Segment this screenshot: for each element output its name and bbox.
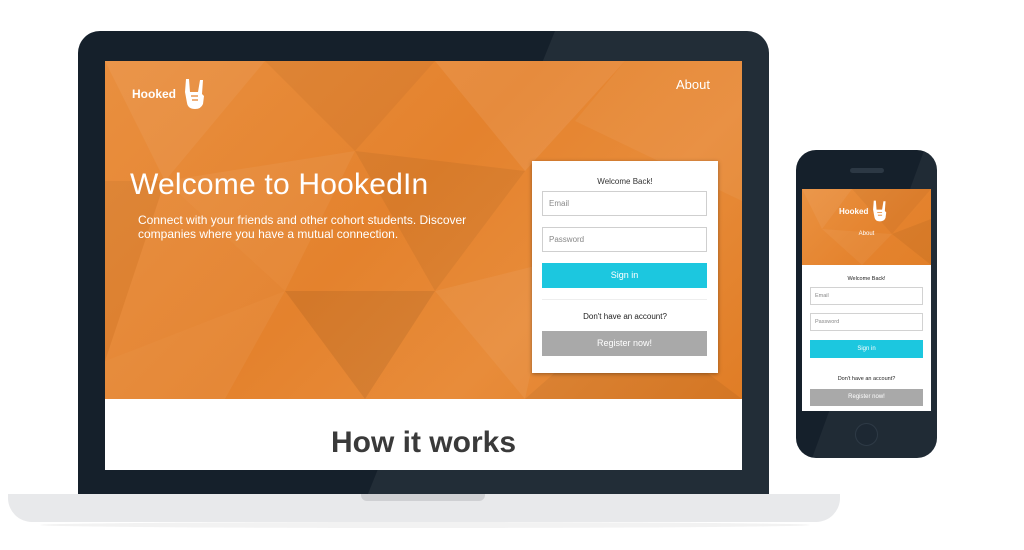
phone-register-button[interactable]: Register now! xyxy=(810,389,923,406)
how-it-works-heading: How it works xyxy=(330,426,517,459)
rock-hand-icon xyxy=(873,200,887,222)
login-card: Welcome Back! Sign in Don't have an acco… xyxy=(532,161,718,373)
rock-hand-icon xyxy=(185,79,205,109)
phone-home-button[interactable] xyxy=(855,423,878,446)
hero-title: Welcome to HookedIn xyxy=(130,168,429,201)
brand-logo[interactable]: Hooked xyxy=(132,77,208,111)
hero-subtitle: Connect with your friends and other coho… xyxy=(138,213,467,241)
login-welcome-text: Welcome Back! xyxy=(597,177,653,186)
phone-email-field[interactable] xyxy=(810,287,923,305)
password-field[interactable] xyxy=(542,227,707,252)
phone-no-account-text: Don't have an account? xyxy=(837,376,896,382)
email-field[interactable] xyxy=(542,191,707,216)
phone-sign-in-button[interactable]: Sign in xyxy=(810,340,923,358)
phone-hero-section: Hooked About xyxy=(802,189,931,265)
hero-section: Hooked About Welcome to HookedIn Connect… xyxy=(105,61,742,399)
laptop-screen: Hooked About Welcome to HookedIn Connect… xyxy=(105,61,742,470)
phone-password-field[interactable] xyxy=(810,313,923,331)
no-account-text: Don't have an account? xyxy=(583,312,667,321)
register-button[interactable]: Register now! xyxy=(542,331,707,356)
phone-login-welcome-text: Welcome Back! xyxy=(847,276,886,282)
phone-speaker xyxy=(850,168,884,173)
laptop-notch xyxy=(361,494,485,501)
phone-brand-name: Hooked xyxy=(839,206,869,216)
login-divider xyxy=(542,299,707,300)
phone-screen: Hooked About Welcome Back! Sign in Don't… xyxy=(802,189,931,411)
phone-nav-about-link[interactable]: About xyxy=(802,231,931,237)
phone-brand-logo[interactable]: Hooked xyxy=(839,199,889,223)
nav-about-link[interactable]: About xyxy=(676,77,710,92)
brand-name: Hooked xyxy=(132,87,177,101)
laptop-frame: Hooked About Welcome to HookedIn Connect… xyxy=(78,31,769,494)
phone-frame: Hooked About Welcome Back! Sign in Don't… xyxy=(796,150,937,458)
sign-in-button[interactable]: Sign in xyxy=(542,263,707,288)
laptop-shadow xyxy=(40,522,810,528)
